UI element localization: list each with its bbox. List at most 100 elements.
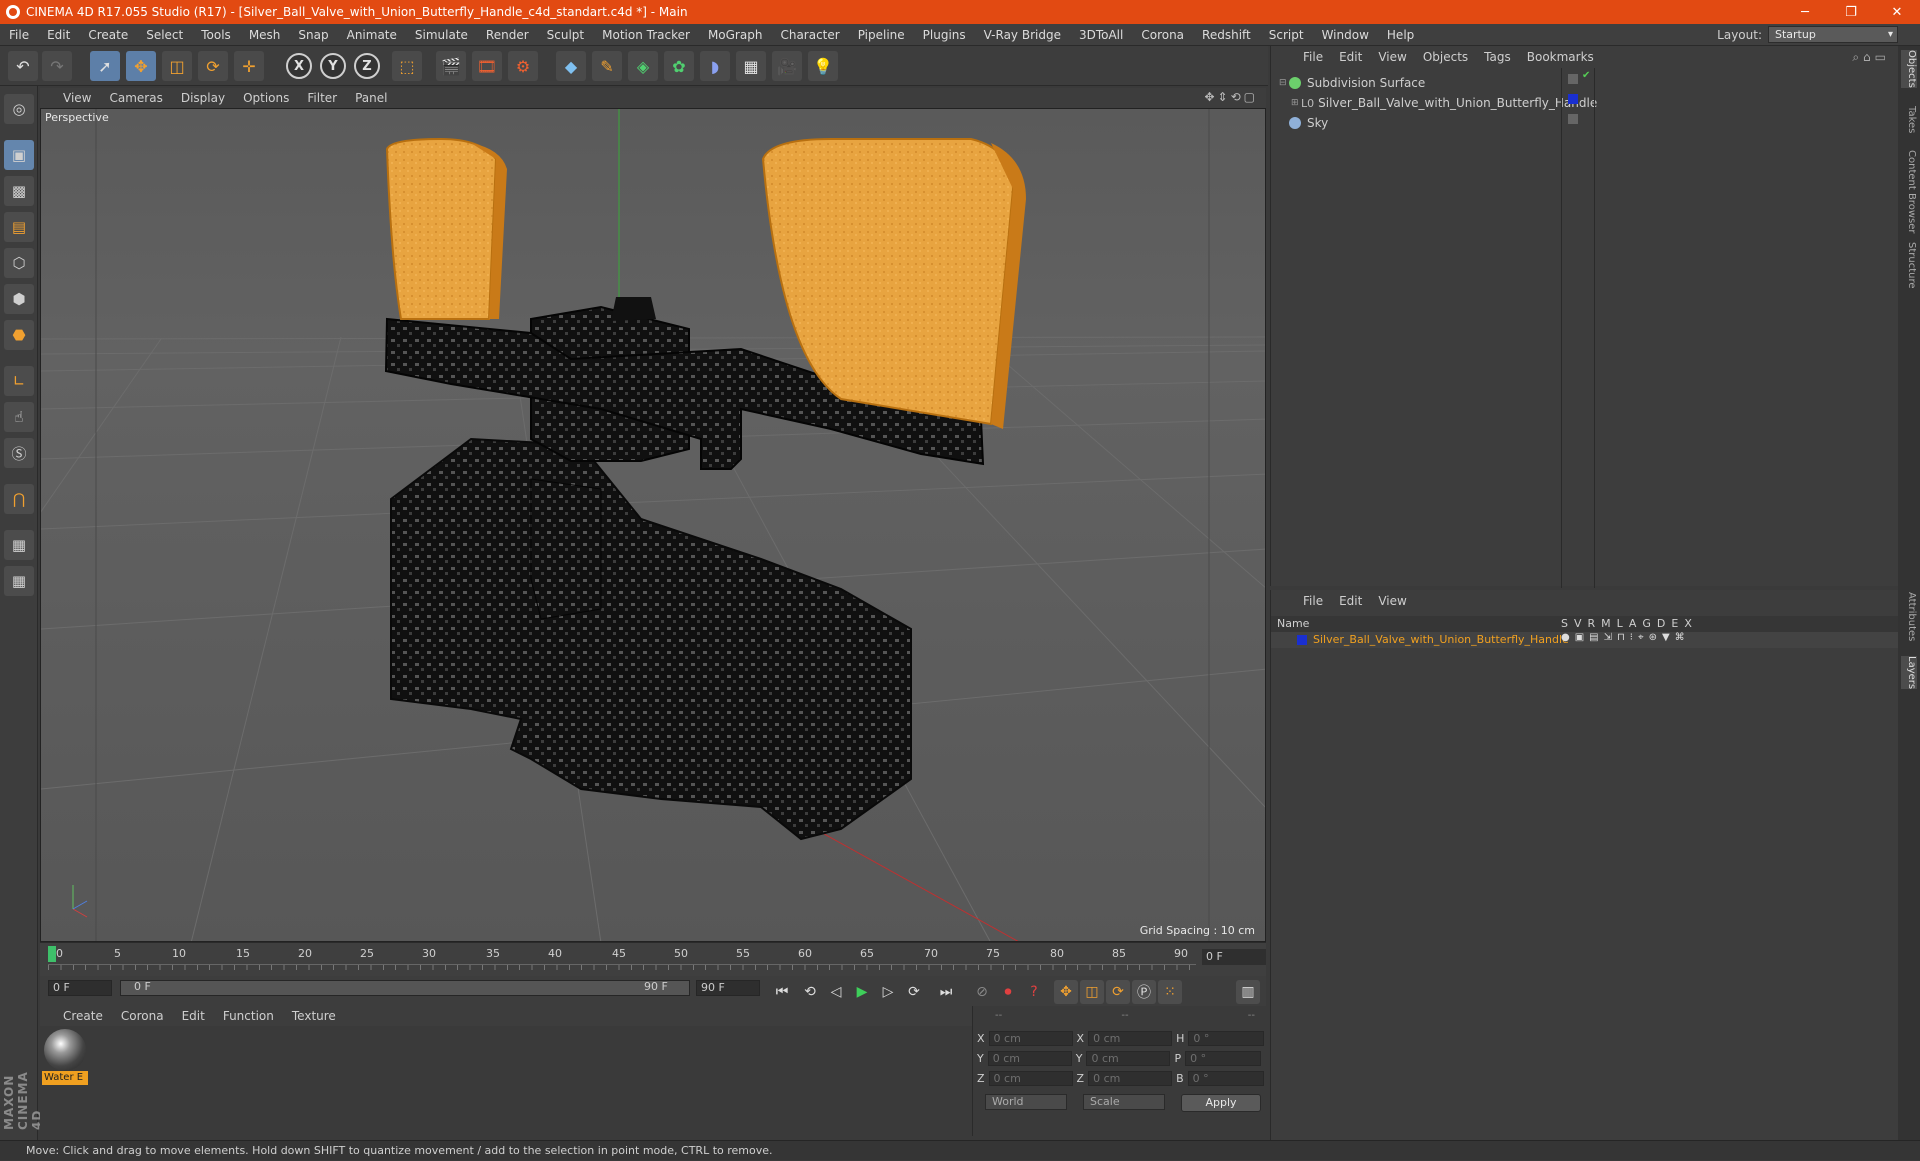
- cube-primitive-icon[interactable]: ◆: [556, 51, 586, 81]
- pen-spline-icon[interactable]: ✎: [592, 51, 622, 81]
- next-key-icon[interactable]: ⟳: [902, 980, 926, 1004]
- tab-objects[interactable]: Objects: [1901, 50, 1917, 88]
- objects-menu-view[interactable]: View: [1370, 50, 1414, 64]
- menu-character[interactable]: Character: [771, 28, 848, 42]
- menu-window[interactable]: Window: [1313, 28, 1378, 42]
- object-manager-search-icon[interactable]: ⌕⌂▭: [1852, 50, 1890, 65]
- layer-row[interactable]: Silver_Ball_Valve_with_Union_Butterfly_H…: [1271, 632, 1899, 648]
- rotate-icon[interactable]: ⟳: [198, 51, 228, 81]
- menu-pipeline[interactable]: Pipeline: [849, 28, 914, 42]
- timeline-window-icon[interactable]: ▥: [1236, 980, 1260, 1004]
- move-icon[interactable]: ✥: [126, 51, 156, 81]
- menu-animate[interactable]: Animate: [338, 28, 406, 42]
- render-view-icon[interactable]: 🎬: [436, 51, 466, 81]
- transform-icon[interactable]: ✛: [234, 51, 264, 81]
- key-rotation-icon[interactable]: ⟳: [1106, 980, 1130, 1004]
- magnet-icon[interactable]: ⋂: [4, 484, 34, 514]
- key-parameter-icon[interactable]: Ⓟ: [1132, 980, 1156, 1004]
- menu-mograph[interactable]: MoGraph: [699, 28, 772, 42]
- z-axis-lock-button[interactable]: Z: [354, 53, 380, 79]
- perspective-viewport[interactable]: Perspective Grid Spacing : 10 cm: [40, 108, 1266, 942]
- live-selection-icon[interactable]: ➚: [90, 51, 120, 81]
- previous-frame-icon[interactable]: ◁: [824, 980, 848, 1004]
- viewport-menu-display[interactable]: Display: [172, 91, 234, 105]
- scale-icon[interactable]: ◫: [162, 51, 192, 81]
- layers-menu-file[interactable]: File: [1295, 594, 1331, 608]
- viewport-navigation-icons[interactable]: ✥⇕⟲▢: [1204, 90, 1258, 104]
- viewport-menu-filter[interactable]: Filter: [298, 91, 346, 105]
- material-menu-edit[interactable]: Edit: [173, 1009, 214, 1023]
- x-axis-lock-button[interactable]: X: [286, 53, 312, 79]
- tab-attributes[interactable]: Attributes: [1901, 592, 1917, 641]
- menu-corona[interactable]: Corona: [1132, 28, 1193, 42]
- key-point-level-icon[interactable]: ⁙: [1158, 980, 1182, 1004]
- timeline-ruler[interactable]: 0 5 10 15 20 25 30 35 40 45 50 55 60 65 …: [40, 942, 1266, 976]
- floor-scene-icon[interactable]: ▦: [736, 51, 766, 81]
- light-icon[interactable]: 💡: [808, 51, 838, 81]
- tab-structure[interactable]: Structure: [1901, 242, 1917, 289]
- model-mode-icon[interactable]: ▣: [4, 140, 34, 170]
- frame-range-slider[interactable]: [120, 980, 690, 996]
- layer-header-xrefs[interactable]: X: [1684, 617, 1692, 630]
- layer-flag-icon[interactable]: [1568, 114, 1578, 124]
- camera-icon[interactable]: 🎥: [772, 51, 802, 81]
- position-y-field[interactable]: 0 cm: [987, 1050, 1072, 1066]
- y-axis-lock-button[interactable]: Y: [320, 53, 346, 79]
- object-row-valve[interactable]: ⊞ L0 Silver_Ball_Valve_with_Union_Butter…: [1291, 94, 1597, 112]
- menu-redshift[interactable]: Redshift: [1193, 28, 1260, 42]
- tweak-mode-icon[interactable]: ☝: [4, 402, 34, 432]
- next-frame-icon[interactable]: ▷: [876, 980, 900, 1004]
- layer-header-generators[interactable]: G: [1642, 617, 1651, 630]
- layer-header-solo[interactable]: S: [1561, 617, 1568, 630]
- undo-icon[interactable]: ↶: [8, 51, 38, 81]
- menu-3dtoall[interactable]: 3DToAll: [1070, 28, 1132, 42]
- workplane-mode-icon[interactable]: ▤: [4, 212, 34, 242]
- subdivision-surface-icon[interactable]: ◈: [628, 51, 658, 81]
- tab-takes[interactable]: Takes: [1901, 106, 1917, 133]
- points-mode-icon[interactable]: ⬡: [4, 248, 34, 278]
- render-picture-viewer-icon[interactable]: 🎞: [472, 51, 502, 81]
- layer-header-deformers[interactable]: D: [1657, 617, 1665, 630]
- menu-mesh[interactable]: Mesh: [240, 28, 290, 42]
- coordinate-system-icon[interactable]: ⬚: [392, 51, 422, 81]
- tab-content-browser[interactable]: Content Browser: [1901, 150, 1917, 233]
- size-x-field[interactable]: 0 cm: [1088, 1030, 1173, 1046]
- minimize-button[interactable]: ─: [1782, 0, 1828, 24]
- edges-mode-icon[interactable]: ⬢: [4, 284, 34, 314]
- rotation-b-field[interactable]: 0 °: [1187, 1070, 1264, 1086]
- key-position-icon[interactable]: ✥: [1054, 980, 1078, 1004]
- material-menu-function[interactable]: Function: [214, 1009, 283, 1023]
- objects-menu-tags[interactable]: Tags: [1476, 50, 1519, 64]
- key-scale-icon[interactable]: ◫: [1080, 980, 1104, 1004]
- end-frame-field[interactable]: 90 F: [696, 980, 760, 996]
- render-settings-icon[interactable]: ⚙: [508, 51, 538, 81]
- objects-menu-file[interactable]: File: [1295, 50, 1331, 64]
- material-menu-corona[interactable]: Corona: [112, 1009, 173, 1023]
- menu-script[interactable]: Script: [1260, 28, 1313, 42]
- restore-button[interactable]: ❐: [1828, 0, 1874, 24]
- axis-mode-icon[interactable]: ∟: [4, 366, 34, 396]
- autokeying-icon[interactable]: ⏺: [996, 980, 1020, 1004]
- menu-vray-bridge[interactable]: V-Ray Bridge: [975, 28, 1070, 42]
- menu-render[interactable]: Render: [477, 28, 538, 42]
- expand-toggle-icon[interactable]: ⊞: [1291, 98, 1301, 108]
- start-frame-field[interactable]: 0 F: [48, 980, 112, 996]
- menu-tools[interactable]: Tools: [192, 28, 240, 42]
- keyframe-selection-icon[interactable]: ?: [1022, 980, 1046, 1004]
- rotation-p-field[interactable]: 0 °: [1185, 1050, 1262, 1066]
- layout-select[interactable]: Startup: [1768, 26, 1898, 43]
- material-swatch[interactable]: Water E: [42, 1029, 88, 1087]
- redo-icon[interactable]: ↷: [42, 51, 72, 81]
- layer-color-icon[interactable]: [1568, 94, 1578, 104]
- object-row-sky[interactable]: Sky: [1289, 114, 1328, 132]
- texture-mode-icon[interactable]: ▩: [4, 176, 34, 206]
- polygons-mode-icon[interactable]: ⬣: [4, 320, 34, 350]
- previous-key-icon[interactable]: ⟲: [798, 980, 822, 1004]
- playhead-marker[interactable]: [48, 946, 56, 962]
- planar-workplane-icon[interactable]: ▦: [4, 566, 34, 596]
- position-z-field[interactable]: 0 cm: [988, 1070, 1073, 1086]
- objects-menu-bookmarks[interactable]: Bookmarks: [1519, 50, 1602, 64]
- material-menu-create[interactable]: Create: [54, 1009, 112, 1023]
- layer-toggle-icons[interactable]: ●▣▤⇲⊓⁝⌖⊛▼⌘: [1561, 632, 1690, 643]
- object-row-subdivision-surface[interactable]: ⊟ Subdivision Surface: [1279, 74, 1425, 92]
